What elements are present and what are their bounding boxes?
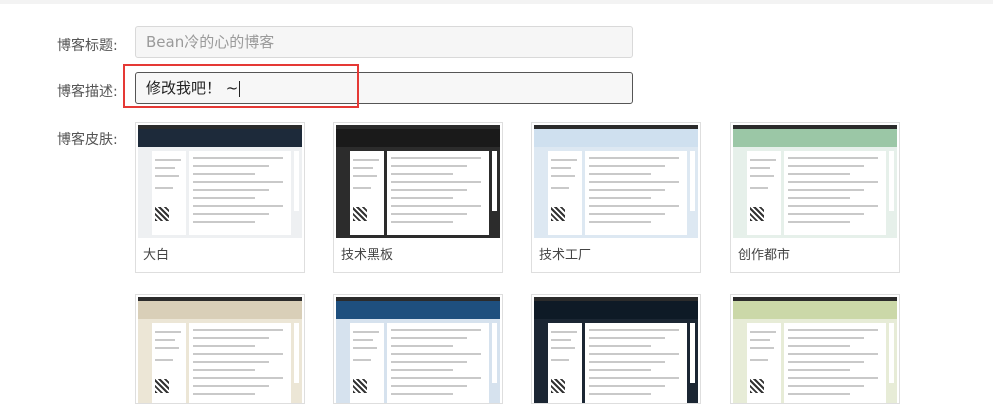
skin-preview-image: [534, 125, 698, 238]
skin-preview-image: [733, 297, 897, 403]
blog-description-label: 博客描述:: [57, 84, 118, 100]
skin-card[interactable]: [730, 294, 900, 404]
skin-preview-image: [733, 125, 897, 238]
skin-card[interactable]: 大白: [135, 122, 305, 273]
skin-preview-image: [336, 125, 500, 238]
skin-card[interactable]: [333, 294, 503, 404]
skin-preview-image: [138, 297, 302, 403]
blog-title-input[interactable]: Bean冷的心的博客: [135, 26, 633, 58]
skin-card[interactable]: 创作都市: [730, 122, 900, 273]
skin-preview-image: [138, 125, 302, 238]
skin-card[interactable]: 技术黑板: [333, 122, 503, 273]
skin-name: 大白: [143, 248, 170, 263]
blog-title-label: 博客标题:: [57, 38, 118, 54]
skin-name: 创作都市: [738, 248, 791, 263]
skin-name: 技术黑板: [341, 248, 394, 263]
skin-card[interactable]: [531, 294, 701, 404]
skin-preview-image: [534, 297, 698, 403]
skin-preview-image: [336, 297, 500, 403]
skin-card[interactable]: 技术工厂: [531, 122, 701, 273]
blog-description-value: 修改我吧！ ~: [146, 79, 239, 97]
text-caret: [239, 80, 241, 97]
skin-name: 技术工厂: [539, 248, 592, 263]
skin-card[interactable]: [135, 294, 305, 404]
blog-description-input[interactable]: 修改我吧！ ~: [135, 72, 633, 104]
top-divider: [0, 0, 993, 4]
blog-skin-label: 博客皮肤:: [57, 132, 118, 148]
